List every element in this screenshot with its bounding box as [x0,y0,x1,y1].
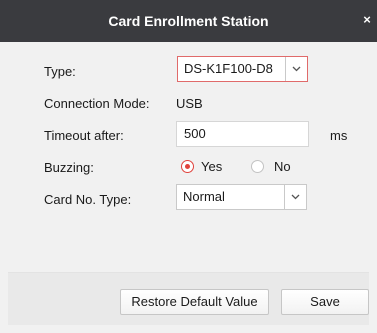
type-select[interactable]: DS-K1F100-D8 [177,56,308,82]
buzzing-label: Buzzing: [44,160,94,175]
timeout-label: Timeout after: [44,128,124,143]
timeout-unit: ms [330,128,348,143]
connection-mode-value: USB [176,96,203,111]
close-icon[interactable]: × [361,13,373,26]
connection-mode-label: Connection Mode: [44,96,150,111]
chevron-down-icon[interactable] [284,185,306,209]
card-enrollment-dialog: Card Enrollment Station × Type: DS-K1F10… [0,0,377,333]
type-select-value: DS-K1F100-D8 [184,61,273,76]
card-no-type-select-value: Normal [183,189,225,204]
card-no-type-select[interactable]: Normal [176,184,307,210]
timeout-input[interactable]: 500 [176,121,309,147]
save-button[interactable]: Save [281,289,369,315]
bottom-border [0,325,377,333]
chevron-down-icon[interactable] [285,57,307,81]
buzzing-no-radio[interactable] [251,160,264,173]
buzzing-yes-label[interactable]: Yes [201,159,222,174]
buzzing-no-label[interactable]: No [274,159,291,174]
card-no-type-label: Card No. Type: [44,192,132,207]
type-label: Type: [44,64,76,79]
dialog-title: Card Enrollment Station [108,13,269,29]
timeout-input-value: 500 [184,126,206,141]
restore-default-button[interactable]: Restore Default Value [120,289,269,315]
buzzing-yes-radio[interactable] [181,160,194,173]
